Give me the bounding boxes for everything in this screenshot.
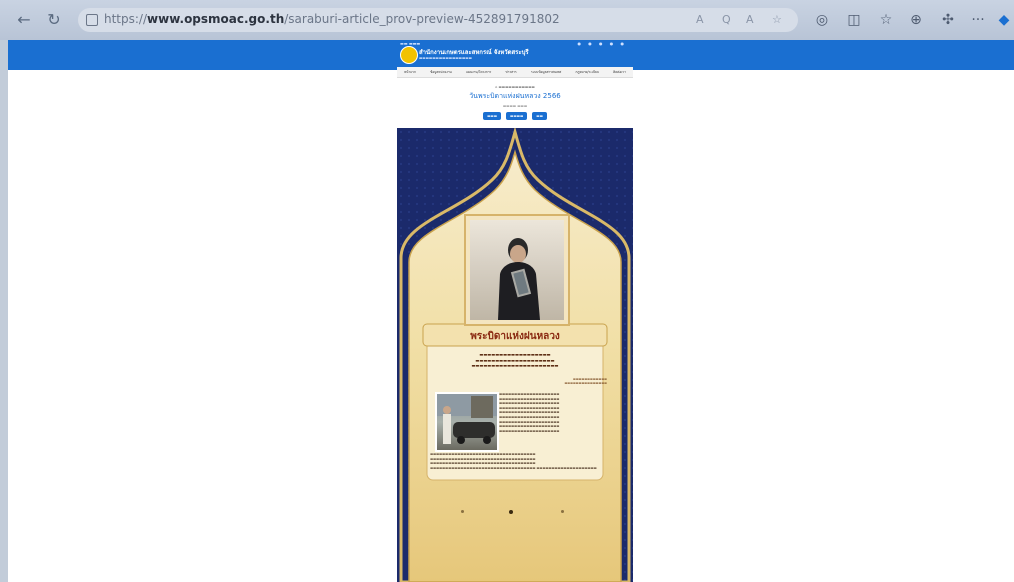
king-figure-image [498,238,540,320]
more-icon[interactable]: ··· [968,10,988,30]
breadcrumb[interactable]: ⌂ ▬▬▬▬▬▬▬▬▬▬▬ [397,85,633,89]
browser-essentials-icon[interactable]: ◎ [812,10,832,30]
article-header: ⌂ ▬▬▬▬▬▬▬▬▬▬▬ วันพระบิดาแห่งฝนหลวง 2566 … [397,80,633,130]
share-buttons: ▬▬▬ ▬▬▬▬ ▬▬ [397,112,633,120]
menu-item[interactable]: ระบบข้อมูลสารสนเทศ [531,70,561,75]
site-subtitle: ▬▬▬▬▬▬▬▬▬▬▬▬▬▬▬▬ [419,56,472,60]
preview-page: ▬▬ ▬▬▬ สำนักงานเกษตรและสหกรณ์ จังหวัดสระ… [397,40,633,582]
article-text-bottom: ▬▬▬▬▬▬▬▬▬▬▬▬▬▬▬▬▬▬▬▬▬▬▬▬▬▬▬▬▬▬▬▬▬▬▬ ▬▬▬▬… [430,452,597,470]
translate-icon[interactable]: A [746,13,754,26]
back-icon[interactable]: ← [14,10,34,30]
browser-toolbar: ← ↻ https://www.opsmoac.go.th/saraburi-a… [0,0,1014,40]
quote-reference: ▬▬▬▬▬▬▬▬▬▬▬▬ ▬▬▬▬▬▬▬▬▬▬▬▬▬▬▬ [564,377,607,385]
carousel-dot[interactable] [461,510,464,513]
menu-item[interactable]: ข่าวสาร [505,70,516,75]
carousel-indicator [461,508,569,516]
menu-item[interactable]: ข้อมูลหน่วยงาน [430,70,452,75]
address-bar[interactable]: https://www.opsmoac.go.th/saraburi-artic… [78,8,798,32]
portrait-photo [470,220,564,320]
zoom-icon[interactable]: Q [722,13,731,26]
site-menu: หน้าแรก ข้อมูลหน่วยงาน แผนงาน/โครงการ ข่… [397,67,633,78]
extensions-icon[interactable]: ✣ [938,10,958,30]
menu-item[interactable]: แผนงาน/โครงการ [466,70,491,75]
share-button[interactable]: ▬▬ [532,112,547,120]
portrait-frame [464,214,570,326]
menu-item[interactable]: กฎหมาย/ระเบียบ [575,70,598,75]
lock-icon[interactable] [86,14,98,26]
favorites-icon[interactable]: ☆ [876,10,896,30]
article-poster: พระบิดาแห่งฝนหลวง ▬▬▬▬▬▬▬▬▬▬▬▬▬▬▬▬▬▬ ▬▬▬▬… [397,128,633,582]
carousel-dot[interactable] [561,510,564,513]
historic-photo [435,392,499,452]
favorite-star-icon[interactable]: ☆ [772,13,782,26]
menu-item[interactable]: หน้าแรก [404,70,416,75]
social-icons[interactable]: ● ● ● ● ● [577,41,627,46]
poster-title: พระบิดาแห่งฝนหลวง [470,331,560,342]
menu-item[interactable]: ติดต่อเรา [613,70,626,75]
site-header: ▬▬ ▬▬▬ สำนักงานเกษตรและสหกรณ์ จังหวัดสระ… [397,40,633,67]
read-aloud-icon[interactable]: A [696,13,704,26]
url-text[interactable]: https://www.opsmoac.go.th/saraburi-artic… [104,12,560,26]
site-logo[interactable] [400,46,418,64]
article-title: วันพระบิดาแห่งฝนหลวง 2566 [469,92,561,100]
refresh-icon[interactable]: ↻ [44,10,64,30]
article-text-right: ▬▬▬▬▬▬▬▬▬▬▬▬▬▬▬▬▬▬▬▬ ▬▬▬▬▬▬▬▬▬▬▬▬▬▬▬▬▬▬▬… [499,392,560,433]
collections-icon[interactable]: ⊕ [906,10,926,30]
share-button[interactable]: ▬▬▬▬ [506,112,528,120]
copilot-icon[interactable]: ◆ [994,10,1014,30]
car-scene-image [437,394,497,444]
window-edge [0,40,8,582]
carousel-dot-active[interactable] [509,509,513,514]
royal-quote: ▬▬▬▬▬▬▬▬▬▬▬▬▬▬▬▬▬▬ ▬▬▬▬▬▬▬▬▬▬▬▬▬▬▬▬▬▬▬▬ ▬▬… [471,352,559,368]
share-button[interactable]: ▬▬▬ [483,112,502,120]
split-screen-icon[interactable]: ◫ [844,10,864,30]
article-meta: ▬▬▬▬ ▬▬▬ [502,104,528,108]
